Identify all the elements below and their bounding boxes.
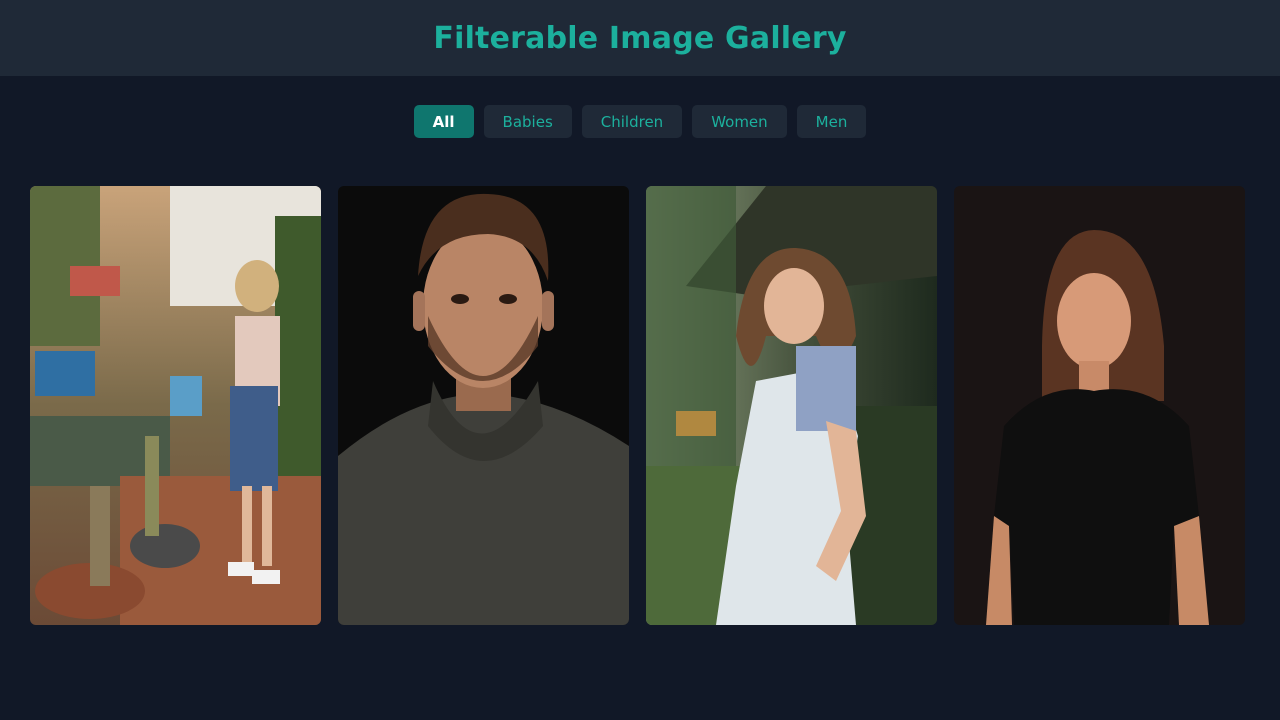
filter-children-button[interactable]: Children xyxy=(581,105,683,138)
filter-men-button[interactable]: Men xyxy=(796,105,867,138)
woman-garden-photo xyxy=(646,186,937,625)
page-title: Filterable Image Gallery xyxy=(433,20,847,56)
filter-women-button[interactable]: Women xyxy=(692,105,787,138)
woman-portrait-photo xyxy=(954,186,1245,625)
gallery-image-woman-portrait[interactable] xyxy=(954,186,1245,625)
gallery-image-child[interactable] xyxy=(30,186,321,625)
filter-all-button[interactable]: All xyxy=(413,105,474,138)
filter-babies-button[interactable]: Babies xyxy=(483,105,572,138)
filter-bar: All Babies Children Women Men xyxy=(0,105,1280,138)
man-portrait-photo xyxy=(338,186,629,625)
child-gardening-photo xyxy=(30,186,321,625)
page-header: Filterable Image Gallery xyxy=(0,0,1280,76)
gallery-image-woman-garden[interactable] xyxy=(646,186,937,625)
gallery-image-man[interactable] xyxy=(338,186,629,625)
